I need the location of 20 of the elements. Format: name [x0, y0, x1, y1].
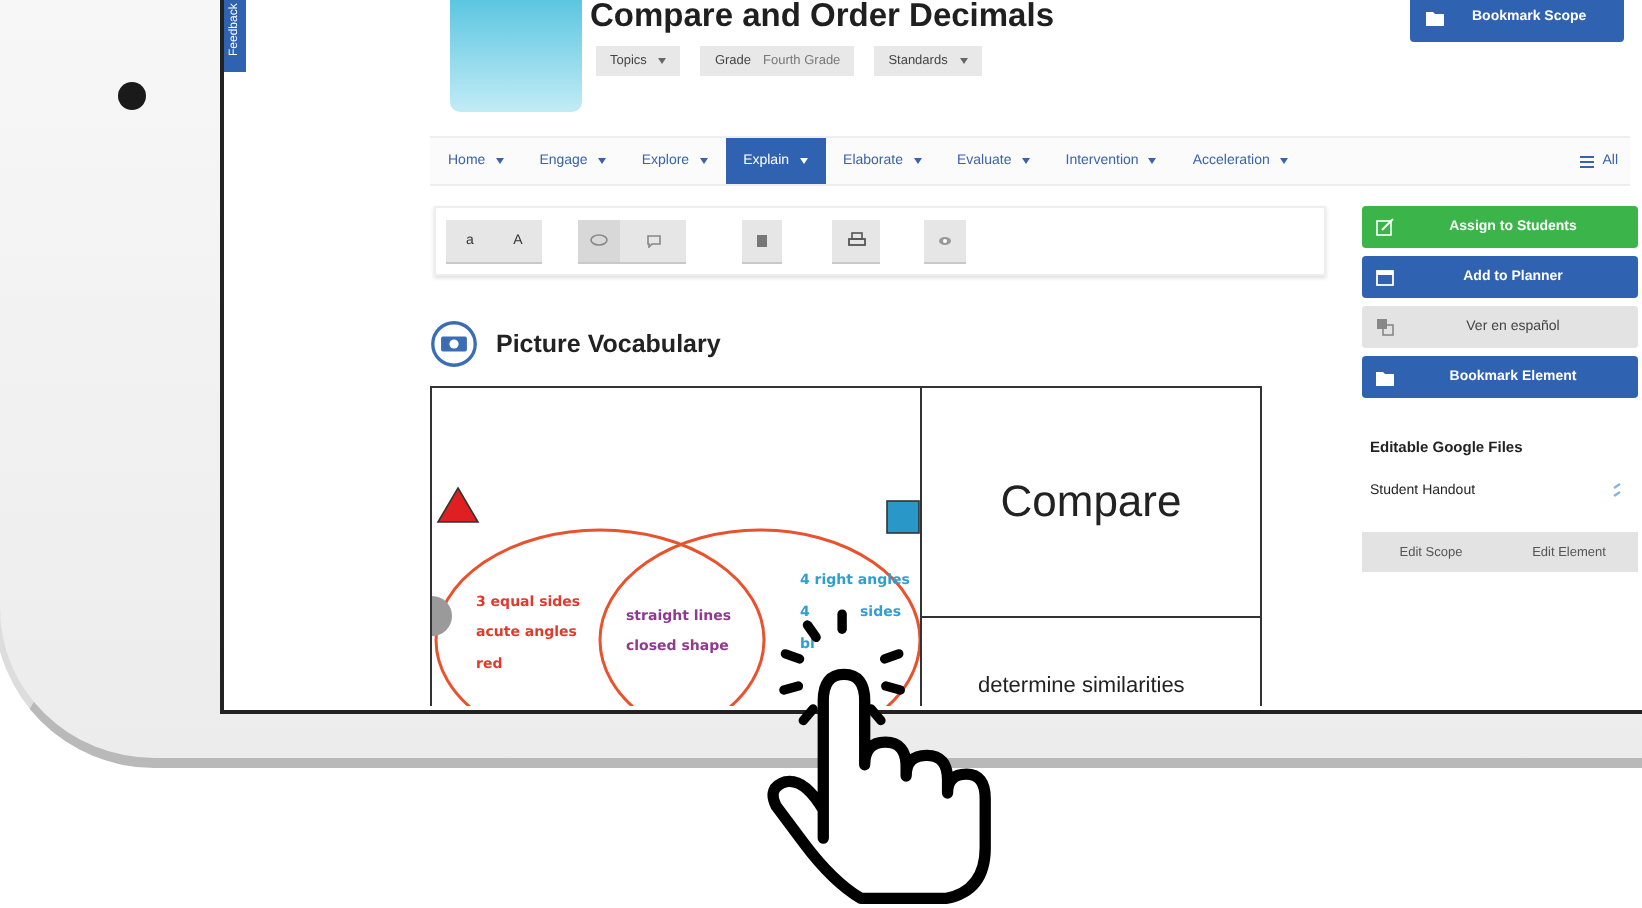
- section-title: Picture Vocabulary: [496, 330, 721, 358]
- folder-icon: [1426, 9, 1444, 25]
- edit-icon: [1376, 218, 1394, 236]
- menu-icon: [1580, 155, 1595, 167]
- read-aloud-button[interactable]: [578, 219, 620, 261]
- definition-text: determine similarities: [978, 674, 1185, 698]
- folder-icon: [1376, 369, 1394, 385]
- calendar-icon: [1376, 268, 1394, 286]
- eye-icon: [938, 235, 952, 245]
- notebook-icon: [756, 233, 768, 247]
- lesson-title: Compare and Order Decimals: [590, 0, 1054, 36]
- camera-icon: [430, 320, 478, 368]
- translate-icon: [1376, 318, 1394, 336]
- printer-icon: [847, 232, 865, 248]
- link-icon[interactable]: [1612, 482, 1622, 498]
- comment-icon: [645, 233, 661, 247]
- lesson-thumbnail: [450, 0, 582, 112]
- vocabulary-term: Compare: [922, 388, 1260, 618]
- speech-icon: [590, 234, 608, 246]
- triangle-icon: [436, 486, 480, 524]
